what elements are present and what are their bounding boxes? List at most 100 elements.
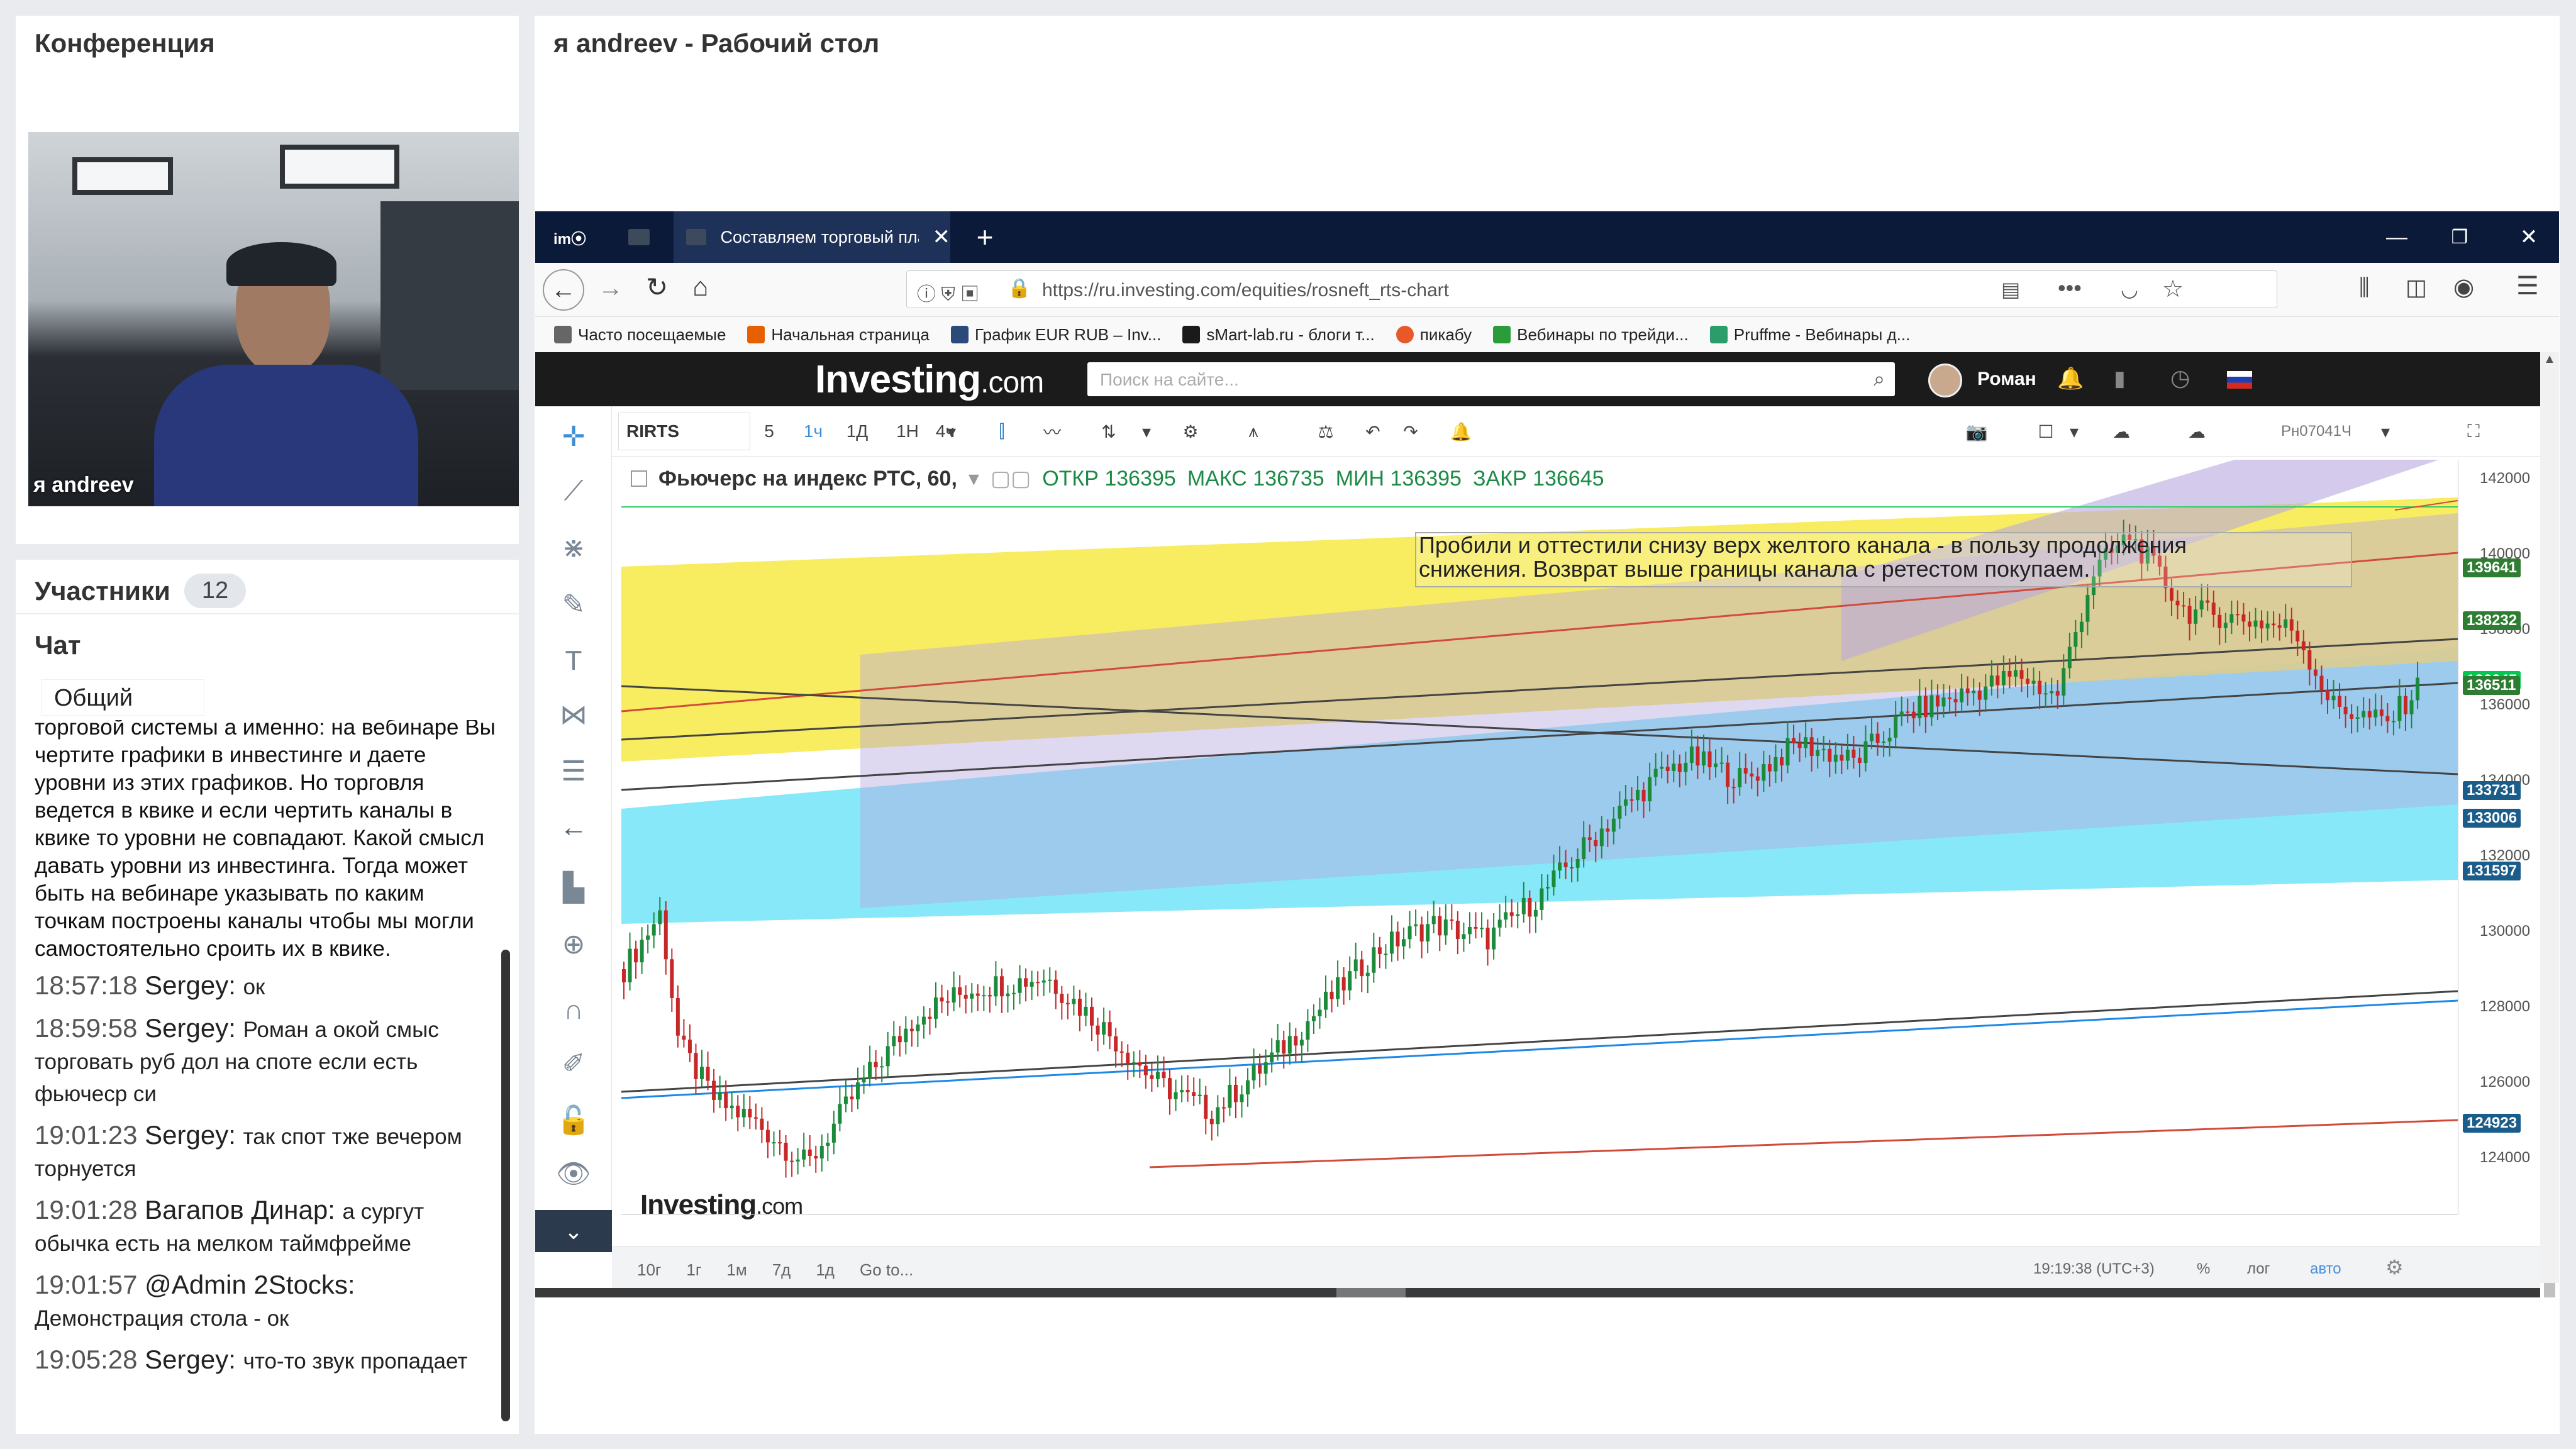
chat-tab-general[interactable]: Общий [41, 679, 204, 716]
pinned-tab-2[interactable] [604, 211, 674, 263]
page-scrollbar[interactable]: ▲ [2540, 352, 2559, 1297]
cloud-load-icon[interactable]: ☁ [2165, 406, 2228, 457]
range-button[interactable]: 1г [686, 1260, 701, 1280]
range-button[interactable]: 10г [637, 1260, 661, 1280]
interval-button[interactable]: 1ч [794, 406, 832, 457]
reload-button[interactable]: ↻ [646, 272, 668, 303]
undo-icon[interactable]: ↶ [1354, 406, 1392, 457]
pencil-lock-icon[interactable]: ✐ [535, 1038, 612, 1089]
fullscreen-icon[interactable]: ⛶ [2448, 406, 2499, 457]
participants-header[interactable]: Участники 12 [35, 574, 247, 608]
cloud-save-icon[interactable]: ☁ [2090, 406, 2153, 457]
range-button[interactable]: 7д [772, 1260, 791, 1280]
range-settings-icon[interactable]: ⚙ [2385, 1255, 2404, 1279]
new-tab-button[interactable]: + [963, 211, 1007, 263]
layout-icon[interactable]: ☐ [2021, 406, 2071, 457]
interval-button[interactable]: 1Н [889, 406, 926, 457]
brush-icon[interactable]: ✎ [535, 579, 612, 630]
chat-scrollbar[interactable] [501, 950, 510, 1421]
reader-view-icon[interactable]: ▤ [2001, 277, 2020, 301]
site-info-icon[interactable]: ⓘ ⛨ ▣ [917, 279, 979, 306]
range-button[interactable]: Go to... [860, 1260, 913, 1280]
pinned-tab-1[interactable]: im⦿ [535, 211, 604, 263]
percent-scale-button[interactable]: % [2197, 1260, 2210, 1278]
legend-settings-icon[interactable]: ▢▢ [991, 466, 1031, 491]
sidebar-icon[interactable]: ◫ [2406, 274, 2427, 301]
investing-logo[interactable]: Investing.com [815, 357, 1044, 402]
line-style-icon[interactable]: 〰 [1027, 406, 1077, 457]
briefcase-icon[interactable]: ▮ [2114, 366, 2126, 391]
candle-style-icon[interactable]: ⫿ [977, 406, 1027, 457]
video-feed[interactable]: я andreev [28, 132, 519, 506]
pocket-icon[interactable]: ◡ [2121, 277, 2138, 301]
fork-icon[interactable]: ⋇ [535, 523, 612, 573]
camera-icon[interactable]: 📷 [1951, 406, 2002, 457]
symbol-search-input[interactable]: RIRTS [618, 413, 750, 450]
horizontal-scrollbar[interactable] [535, 1288, 2540, 1297]
interval-button[interactable]: 5 [750, 406, 788, 457]
minimize-icon[interactable]: — [2372, 211, 2422, 263]
home-button[interactable]: ⌂ [692, 272, 708, 302]
search-icon[interactable]: ⌕ [1874, 367, 1885, 391]
interval-dropdown-icon[interactable]: ▾ [939, 406, 964, 457]
url-bar[interactable]: ⓘ ⛨ ▣ 🔒 https://ru.investing.com/equitie… [906, 270, 2277, 308]
legend-dropdown-icon[interactable]: ▾ [969, 466, 979, 491]
time-axis[interactable] [621, 1214, 2458, 1249]
text-icon[interactable]: T [535, 636, 612, 686]
trendline-icon[interactable]: ⟋ [535, 466, 612, 516]
chart-annotation[interactable]: Пробили и оттестили снизу верх желтого к… [1415, 532, 2352, 587]
measure-icon[interactable]: ▙ [535, 862, 612, 913]
bell-icon[interactable]: 🔔 [2057, 366, 2084, 391]
chat-log[interactable]: торговой системы а именно: на вебинаре В… [35, 720, 500, 1424]
bookmark-star-icon[interactable]: ☆ [2162, 275, 2184, 303]
back-button[interactable]: ← [543, 269, 584, 311]
russia-flag-icon[interactable] [2227, 371, 2252, 389]
active-tab[interactable]: Составляем торговый план на не ✕ [674, 211, 950, 263]
magnet-icon[interactable]: ∩ [535, 985, 612, 1035]
user-avatar[interactable] [1928, 364, 1962, 397]
eye-icon[interactable]: 👁 [535, 1148, 612, 1199]
layout-name-dropdown-icon[interactable]: ▾ [2373, 406, 2398, 457]
bookmark-item[interactable]: пикабу [1396, 325, 1472, 345]
account-icon[interactable]: ◉ [2453, 273, 2474, 301]
bookmark-item[interactable]: Вебинары по трейди... [1493, 325, 1689, 345]
scroll-thumb[interactable] [2544, 1283, 2555, 1297]
layout-dropdown-icon[interactable]: ▾ [2065, 406, 2084, 457]
auto-scale-button[interactable]: авто [2310, 1260, 2341, 1278]
range-button[interactable]: 1д [816, 1260, 835, 1280]
chart-area[interactable]: Фьючерс на индекс РТС, 60, ▾ ▢▢ ОТКР 136… [621, 460, 2551, 1249]
site-search-input[interactable]: Поиск на сайте... ⌕ [1087, 362, 1895, 396]
interval-button[interactable]: 1Д [838, 406, 876, 457]
compare-dropdown-icon[interactable]: ▾ [1134, 406, 1159, 457]
redo-icon[interactable]: ↷ [1392, 406, 1430, 457]
scroll-up-icon[interactable]: ▲ [2540, 352, 2559, 367]
bookmark-item[interactable]: Часто посещаемые [554, 325, 726, 345]
settings-gear-icon[interactable]: ⚙ [1165, 406, 1216, 457]
clock-icon[interactable]: ◷ [2170, 365, 2190, 391]
horizontal-scroll-thumb[interactable] [1336, 1288, 1406, 1297]
collapse-legend-icon[interactable] [631, 470, 647, 487]
indicators-icon[interactable]: ⩚ [1228, 406, 1279, 457]
alert-icon[interactable]: 🔔 [1436, 406, 1486, 457]
library-icon[interactable]: ⫼ [2359, 274, 2370, 301]
bookmark-item[interactable]: Начальная страница [747, 325, 930, 345]
bookmark-item[interactable]: График EUR RUB – Inv... [951, 325, 1161, 345]
layout-name-label[interactable]: Рн07041Ч [2260, 406, 2373, 457]
collapse-toolbar-button[interactable]: ⌄ [535, 1210, 612, 1252]
range-button[interactable]: 1м [726, 1260, 747, 1280]
restore-icon[interactable]: ❐ [2434, 211, 2485, 263]
pattern-icon[interactable]: ⋈ [535, 689, 612, 740]
menu-icon[interactable]: ☰ [2516, 272, 2539, 301]
compare-icon[interactable]: ⇅ [1084, 406, 1134, 457]
user-name[interactable]: Роман [1977, 369, 2036, 390]
log-scale-button[interactable]: лог [2247, 1260, 2270, 1278]
forward-button[interactable]: → [598, 274, 623, 303]
page-actions-icon[interactable]: ••• [2058, 275, 2082, 301]
lock-icon[interactable]: 🔓 [535, 1095, 612, 1145]
bookmark-item[interactable]: sMart-lab.ru - блоги т... [1182, 325, 1375, 345]
arrow-left-icon[interactable]: ← [535, 802, 612, 853]
zoom-icon[interactable]: ⊕ [535, 919, 612, 969]
crosshair-icon[interactable]: ✛ [535, 411, 612, 462]
close-tab-icon[interactable]: ✕ [933, 225, 951, 250]
close-window-icon[interactable]: ✕ [2504, 211, 2554, 263]
